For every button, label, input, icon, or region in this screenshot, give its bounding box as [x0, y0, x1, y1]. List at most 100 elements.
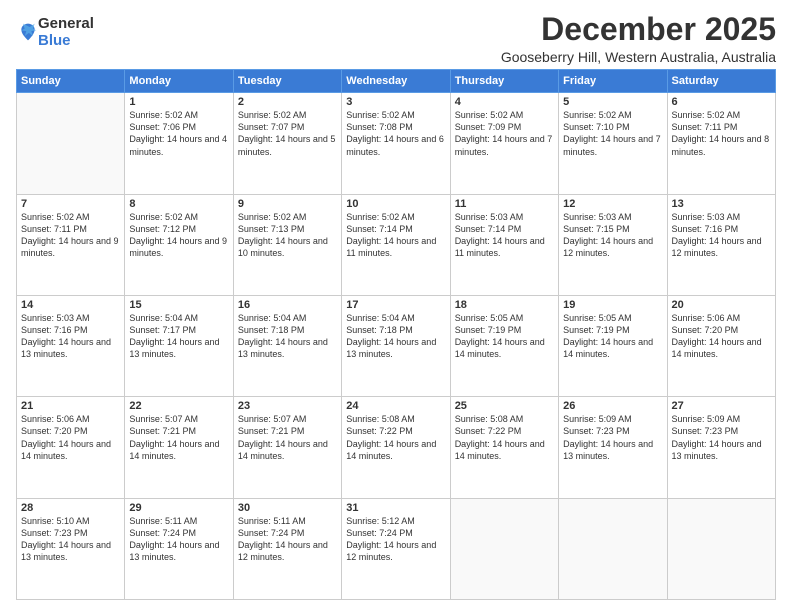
month-title: December 2025 — [501, 12, 776, 47]
day-info: Sunrise: 5:02 AMSunset: 7:06 PMDaylight:… — [129, 109, 228, 158]
day-number: 22 — [129, 400, 228, 412]
calendar-table: Sunday Monday Tuesday Wednesday Thursday… — [16, 69, 776, 600]
day-info: Sunrise: 5:08 AMSunset: 7:22 PMDaylight:… — [346, 413, 445, 462]
day-number: 9 — [238, 198, 337, 210]
table-row: 30Sunrise: 5:11 AMSunset: 7:24 PMDayligh… — [233, 498, 341, 599]
day-info: Sunrise: 5:03 AMSunset: 7:15 PMDaylight:… — [563, 211, 662, 260]
table-row: 11Sunrise: 5:03 AMSunset: 7:14 PMDayligh… — [450, 194, 558, 295]
day-number: 10 — [346, 198, 445, 210]
table-row: 20Sunrise: 5:06 AMSunset: 7:20 PMDayligh… — [667, 295, 775, 396]
day-number: 15 — [129, 299, 228, 311]
table-row: 16Sunrise: 5:04 AMSunset: 7:18 PMDayligh… — [233, 295, 341, 396]
day-info: Sunrise: 5:02 AMSunset: 7:14 PMDaylight:… — [346, 211, 445, 260]
table-row: 28Sunrise: 5:10 AMSunset: 7:23 PMDayligh… — [17, 498, 125, 599]
header: General Blue December 2025 Gooseberry Hi… — [16, 12, 776, 65]
day-number: 24 — [346, 400, 445, 412]
day-info: Sunrise: 5:03 AMSunset: 7:16 PMDaylight:… — [21, 312, 120, 361]
day-info: Sunrise: 5:06 AMSunset: 7:20 PMDaylight:… — [21, 413, 120, 462]
table-row: 17Sunrise: 5:04 AMSunset: 7:18 PMDayligh… — [342, 295, 450, 396]
table-row: 13Sunrise: 5:03 AMSunset: 7:16 PMDayligh… — [667, 194, 775, 295]
table-row — [667, 498, 775, 599]
day-info: Sunrise: 5:02 AMSunset: 7:09 PMDaylight:… — [455, 109, 554, 158]
table-row: 26Sunrise: 5:09 AMSunset: 7:23 PMDayligh… — [559, 397, 667, 498]
day-number: 30 — [238, 502, 337, 514]
day-number: 11 — [455, 198, 554, 210]
day-number: 21 — [21, 400, 120, 412]
table-row: 5Sunrise: 5:02 AMSunset: 7:10 PMDaylight… — [559, 93, 667, 194]
day-info: Sunrise: 5:04 AMSunset: 7:18 PMDaylight:… — [346, 312, 445, 361]
calendar-week-row: 21Sunrise: 5:06 AMSunset: 7:20 PMDayligh… — [17, 397, 776, 498]
calendar-header-row: Sunday Monday Tuesday Wednesday Thursday… — [17, 70, 776, 93]
day-number: 12 — [563, 198, 662, 210]
day-info: Sunrise: 5:04 AMSunset: 7:17 PMDaylight:… — [129, 312, 228, 361]
table-row: 25Sunrise: 5:08 AMSunset: 7:22 PMDayligh… — [450, 397, 558, 498]
col-sunday: Sunday — [17, 70, 125, 93]
day-info: Sunrise: 5:12 AMSunset: 7:24 PMDaylight:… — [346, 515, 445, 564]
table-row: 18Sunrise: 5:05 AMSunset: 7:19 PMDayligh… — [450, 295, 558, 396]
day-number: 19 — [563, 299, 662, 311]
day-number: 28 — [21, 502, 120, 514]
logo-icon — [18, 22, 38, 42]
table-row: 23Sunrise: 5:07 AMSunset: 7:21 PMDayligh… — [233, 397, 341, 498]
day-info: Sunrise: 5:04 AMSunset: 7:18 PMDaylight:… — [238, 312, 337, 361]
day-number: 17 — [346, 299, 445, 311]
table-row: 12Sunrise: 5:03 AMSunset: 7:15 PMDayligh… — [559, 194, 667, 295]
day-info: Sunrise: 5:02 AMSunset: 7:08 PMDaylight:… — [346, 109, 445, 158]
day-number: 5 — [563, 96, 662, 108]
day-number: 18 — [455, 299, 554, 311]
day-number: 8 — [129, 198, 228, 210]
table-row: 3Sunrise: 5:02 AMSunset: 7:08 PMDaylight… — [342, 93, 450, 194]
location: Gooseberry Hill, Western Australia, Aust… — [501, 49, 776, 65]
table-row: 21Sunrise: 5:06 AMSunset: 7:20 PMDayligh… — [17, 397, 125, 498]
day-info: Sunrise: 5:02 AMSunset: 7:11 PMDaylight:… — [21, 211, 120, 260]
col-friday: Friday — [559, 70, 667, 93]
col-monday: Monday — [125, 70, 233, 93]
table-row: 10Sunrise: 5:02 AMSunset: 7:14 PMDayligh… — [342, 194, 450, 295]
day-number: 29 — [129, 502, 228, 514]
day-info: Sunrise: 5:02 AMSunset: 7:07 PMDaylight:… — [238, 109, 337, 158]
table-row — [559, 498, 667, 599]
table-row: 24Sunrise: 5:08 AMSunset: 7:22 PMDayligh… — [342, 397, 450, 498]
table-row: 6Sunrise: 5:02 AMSunset: 7:11 PMDaylight… — [667, 93, 775, 194]
day-info: Sunrise: 5:02 AMSunset: 7:11 PMDaylight:… — [672, 109, 771, 158]
table-row: 7Sunrise: 5:02 AMSunset: 7:11 PMDaylight… — [17, 194, 125, 295]
day-number: 25 — [455, 400, 554, 412]
col-thursday: Thursday — [450, 70, 558, 93]
table-row — [17, 93, 125, 194]
day-info: Sunrise: 5:06 AMSunset: 7:20 PMDaylight:… — [672, 312, 771, 361]
day-number: 26 — [563, 400, 662, 412]
day-info: Sunrise: 5:11 AMSunset: 7:24 PMDaylight:… — [238, 515, 337, 564]
day-info: Sunrise: 5:02 AMSunset: 7:13 PMDaylight:… — [238, 211, 337, 260]
title-area: December 2025 Gooseberry Hill, Western A… — [501, 12, 776, 65]
day-number: 2 — [238, 96, 337, 108]
day-number: 14 — [21, 299, 120, 311]
calendar-week-row: 7Sunrise: 5:02 AMSunset: 7:11 PMDaylight… — [17, 194, 776, 295]
table-row: 4Sunrise: 5:02 AMSunset: 7:09 PMDaylight… — [450, 93, 558, 194]
table-row — [450, 498, 558, 599]
day-info: Sunrise: 5:09 AMSunset: 7:23 PMDaylight:… — [672, 413, 771, 462]
day-info: Sunrise: 5:08 AMSunset: 7:22 PMDaylight:… — [455, 413, 554, 462]
table-row: 1Sunrise: 5:02 AMSunset: 7:06 PMDaylight… — [125, 93, 233, 194]
day-number: 13 — [672, 198, 771, 210]
table-row: 8Sunrise: 5:02 AMSunset: 7:12 PMDaylight… — [125, 194, 233, 295]
table-row: 15Sunrise: 5:04 AMSunset: 7:17 PMDayligh… — [125, 295, 233, 396]
day-info: Sunrise: 5:09 AMSunset: 7:23 PMDaylight:… — [563, 413, 662, 462]
day-number: 23 — [238, 400, 337, 412]
table-row: 9Sunrise: 5:02 AMSunset: 7:13 PMDaylight… — [233, 194, 341, 295]
col-wednesday: Wednesday — [342, 70, 450, 93]
calendar-week-row: 28Sunrise: 5:10 AMSunset: 7:23 PMDayligh… — [17, 498, 776, 599]
logo-general-text: General — [38, 16, 94, 33]
day-number: 20 — [672, 299, 771, 311]
logo: General Blue — [16, 16, 94, 49]
day-info: Sunrise: 5:05 AMSunset: 7:19 PMDaylight:… — [563, 312, 662, 361]
day-info: Sunrise: 5:02 AMSunset: 7:10 PMDaylight:… — [563, 109, 662, 158]
day-info: Sunrise: 5:10 AMSunset: 7:23 PMDaylight:… — [21, 515, 120, 564]
day-info: Sunrise: 5:02 AMSunset: 7:12 PMDaylight:… — [129, 211, 228, 260]
page: General Blue December 2025 Gooseberry Hi… — [0, 0, 792, 612]
table-row: 19Sunrise: 5:05 AMSunset: 7:19 PMDayligh… — [559, 295, 667, 396]
day-info: Sunrise: 5:05 AMSunset: 7:19 PMDaylight:… — [455, 312, 554, 361]
table-row: 31Sunrise: 5:12 AMSunset: 7:24 PMDayligh… — [342, 498, 450, 599]
logo-text: General Blue — [38, 16, 94, 49]
calendar-week-row: 14Sunrise: 5:03 AMSunset: 7:16 PMDayligh… — [17, 295, 776, 396]
table-row: 22Sunrise: 5:07 AMSunset: 7:21 PMDayligh… — [125, 397, 233, 498]
